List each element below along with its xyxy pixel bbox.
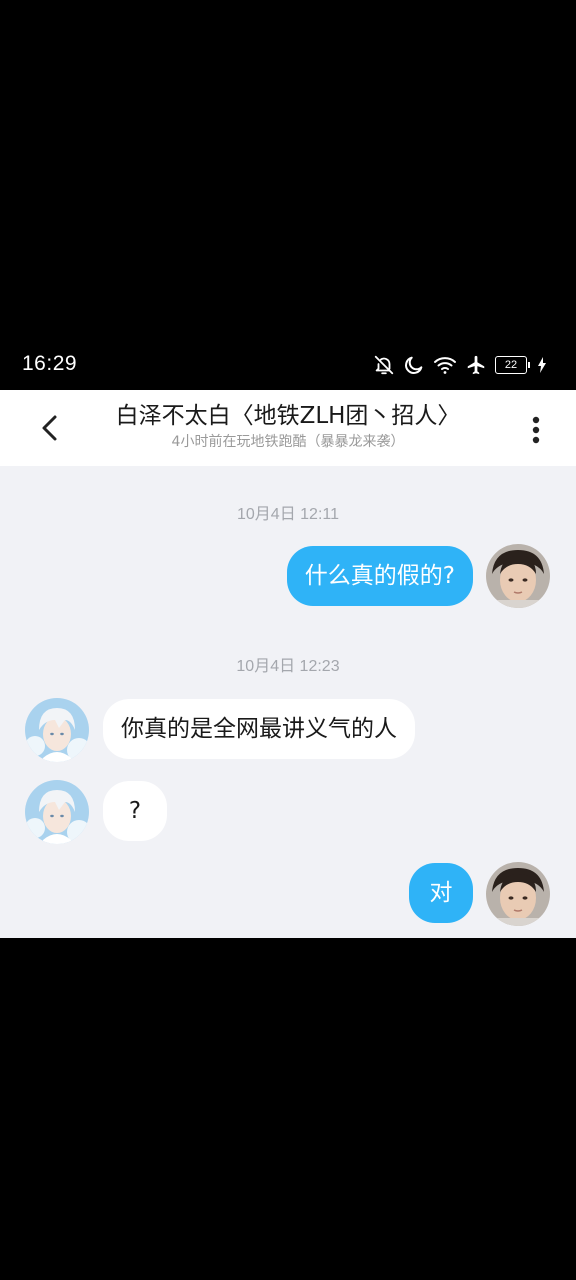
status-time: 16:29	[22, 352, 78, 375]
my-avatar[interactable]	[486, 862, 550, 926]
chevron-left-icon	[42, 415, 57, 441]
message-list[interactable]: 10月4日 12:11 什么真的假的? 10月4日 12:23 你真的是全网最讲…	[0, 466, 576, 938]
contact-avatar[interactable]	[25, 780, 89, 844]
wifi-icon	[433, 354, 457, 376]
bell-off-icon	[373, 354, 395, 376]
contact-avatar[interactable]	[25, 698, 89, 762]
outgoing-message-bubble[interactable]: 对	[409, 863, 473, 923]
chat-header: 白泽不太白〈地铁ZLH团丶招人〉 4小时前在玩地铁跑酷（暴暴龙来袭）	[0, 390, 576, 466]
chat-subtitle: 4小时前在玩地铁跑酷（暴暴龙来袭）	[171, 434, 405, 450]
status-bar: 16:29 22	[0, 340, 576, 390]
phone-screen: 16:29 22 白泽不太白〈地铁ZLH团丶招人〉 4小时前在玩地铁跑酷（暴暴龙…	[0, 0, 576, 1280]
incoming-message-bubble[interactable]: ?	[103, 781, 167, 841]
more-options-button[interactable]	[520, 410, 552, 450]
airplane-icon	[465, 354, 487, 376]
battery-icon: 22	[495, 356, 530, 374]
my-avatar[interactable]	[486, 544, 550, 608]
status-icons: 22	[373, 352, 546, 378]
message-timestamp: 10月4日 12:11	[237, 506, 339, 523]
back-button[interactable]	[30, 408, 70, 448]
incoming-message-bubble[interactable]: 你真的是全网最讲义气的人	[103, 699, 415, 759]
outgoing-message-bubble[interactable]: 什么真的假的?	[286, 546, 473, 606]
battery-level: 22	[495, 356, 527, 374]
chat-title: 白泽不太白〈地铁ZLH团丶招人〉	[115, 403, 461, 429]
moon-icon	[403, 354, 425, 376]
more-vertical-icon	[532, 416, 540, 444]
charging-icon	[538, 357, 546, 373]
message-timestamp: 10月4日 12:23	[236, 658, 340, 675]
title-block[interactable]: 白泽不太白〈地铁ZLH团丶招人〉 4小时前在玩地铁跑酷（暴暴龙来袭）	[95, 400, 481, 452]
